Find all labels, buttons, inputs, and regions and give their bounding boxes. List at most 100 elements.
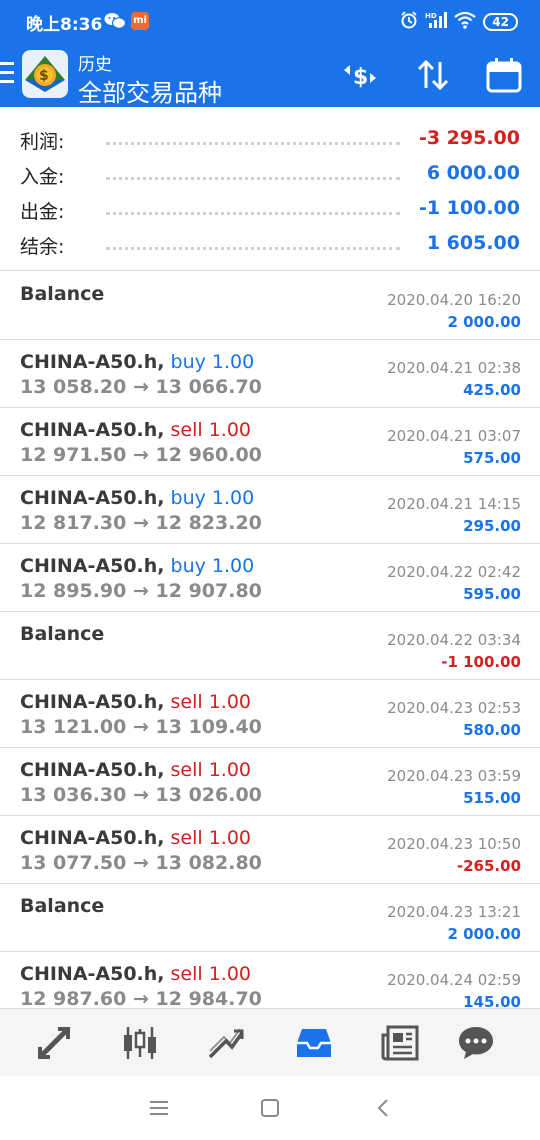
dotted-leader <box>106 177 400 180</box>
back-icon[interactable] <box>372 1096 396 1120</box>
deal-symbol: CHINA-A50.h, <box>20 419 165 441</box>
summary-value: 6 000.00 <box>426 162 520 184</box>
list-item-trade[interactable]: CHINA-A50.h, sell 1.00 12 971.50 → 12 960… <box>0 408 540 476</box>
list-item-trade[interactable]: CHINA-A50.h, sell 1.00 12 987.60 → 12 984… <box>0 952 540 1008</box>
deal-symbol: CHINA-A50.h, <box>20 487 165 509</box>
deal-amount: 295.00 <box>463 517 521 535</box>
summary-row-deposit: 入金: 6 000.00 <box>20 156 520 191</box>
deal-title: CHINA-A50.h, sell 1.00 <box>20 691 251 713</box>
summary-label: 出金: <box>20 201 65 223</box>
mi-badge-icon: mi <box>131 12 149 30</box>
deal-prices: 13 058.20 → 13 066.70 <box>20 376 262 398</box>
deal-side: sell 1.00 <box>170 759 252 781</box>
deal-prices: 12 971.50 → 12 960.00 <box>20 444 262 466</box>
summary-panel: 利润: -3 295.00 入金: 6 000.00 出金: -1 100.00… <box>0 107 540 271</box>
app-toolbar: $ 历史 全部交易品种 $ <box>0 42 540 107</box>
chart-candles-icon[interactable] <box>120 1023 160 1063</box>
summary-row-withdrawal: 出金: -1 100.00 <box>20 191 520 226</box>
deal-time: 2020.04.21 14:15 <box>387 495 521 513</box>
summary-value: -3 295.00 <box>418 127 520 149</box>
list-item-trade[interactable]: CHINA-A50.h, buy 1.00 12 817.30 → 12 823.… <box>0 476 540 544</box>
deal-side: buy 1.00 <box>170 351 255 373</box>
deal-prices: 13 077.50 → 13 082.80 <box>20 852 262 874</box>
deal-time: 2020.04.23 03:59 <box>387 767 521 785</box>
summary-label: 入金: <box>20 166 65 188</box>
deal-title: Balance <box>20 283 105 305</box>
deal-symbol: CHINA-A50.h, <box>20 351 165 373</box>
dotted-leader <box>106 212 400 215</box>
deal-side: sell 1.00 <box>170 827 252 849</box>
deal-title: Balance <box>20 895 105 917</box>
deal-time: 2020.04.23 13:21 <box>387 903 521 921</box>
status-right-group: HD 42 <box>400 11 518 33</box>
quotes-icon[interactable] <box>34 1023 74 1063</box>
system-nav-bar <box>0 1076 540 1140</box>
deal-amount: 145.00 <box>463 993 521 1008</box>
clock: 晚上8:36 <box>26 15 103 35</box>
deal-title: CHINA-A50.h, buy 1.00 <box>20 487 254 509</box>
deal-prices: 13 036.30 → 13 026.00 <box>20 784 262 806</box>
sort-icon[interactable] <box>414 56 452 94</box>
deal-time: 2020.04.23 02:53 <box>387 699 521 717</box>
deal-symbol: CHINA-A50.h, <box>20 827 165 849</box>
summary-row-balance: 结余: 1 605.00 <box>20 226 520 261</box>
chat-icon[interactable] <box>456 1023 496 1063</box>
wechat-icon <box>104 11 127 35</box>
deals-list[interactable]: Balance 2020.04.20 16:20 2 000.00 CHINA-… <box>0 272 540 1008</box>
deal-title: CHINA-A50.h, buy 1.00 <box>20 555 254 577</box>
toolbar-title[interactable]: 全部交易品种 <box>78 73 222 108</box>
deal-amount: 2 000.00 <box>447 925 521 943</box>
deal-side: sell 1.00 <box>170 419 252 441</box>
list-item-trade[interactable]: CHINA-A50.h, sell 1.00 13 121.00 → 13 109… <box>0 680 540 748</box>
list-item-trade[interactable]: CHINA-A50.h, sell 1.00 13 036.30 → 13 026… <box>0 748 540 816</box>
svg-text:$: $ <box>353 65 368 90</box>
deal-symbol: CHINA-A50.h, <box>20 555 165 577</box>
news-icon[interactable] <box>380 1023 420 1063</box>
deal-side: buy 1.00 <box>170 555 255 577</box>
deal-side: sell 1.00 <box>170 691 252 713</box>
summary-row-profit: 利润: -3 295.00 <box>20 121 520 156</box>
list-item-trade[interactable]: CHINA-A50.h, buy 1.00 13 058.20 → 13 066.… <box>0 340 540 408</box>
deal-prices: 13 121.00 → 13 109.40 <box>20 716 262 738</box>
toolbar-subtitle: 历史 <box>78 55 112 75</box>
summary-value: -1 100.00 <box>418 197 520 219</box>
deal-time: 2020.04.21 03:07 <box>387 427 521 445</box>
deal-amount: 595.00 <box>463 585 521 603</box>
recent-apps-icon[interactable] <box>147 1096 171 1120</box>
deal-time: 2020.04.20 16:20 <box>387 291 521 309</box>
deal-amount: 425.00 <box>463 381 521 399</box>
deal-time: 2020.04.21 02:38 <box>387 359 521 377</box>
deal-prices: 12 895.90 → 12 907.80 <box>20 580 262 602</box>
deal-amount: 515.00 <box>463 789 521 807</box>
menu-icon[interactable] <box>0 62 14 89</box>
deal-time: 2020.04.22 02:42 <box>387 563 521 581</box>
app-logo-icon[interactable]: $ <box>22 50 68 98</box>
deal-title: CHINA-A50.h, sell 1.00 <box>20 759 251 781</box>
trade-icon[interactable] <box>206 1023 246 1063</box>
home-icon[interactable] <box>258 1096 282 1120</box>
dotted-leader <box>106 142 400 145</box>
list-item-balance[interactable]: Balance 2020.04.23 13:21 2 000.00 <box>0 884 540 952</box>
list-item-trade[interactable]: CHINA-A50.h, buy 1.00 12 895.90 → 12 907.… <box>0 544 540 612</box>
deal-title: CHINA-A50.h, sell 1.00 <box>20 963 251 985</box>
dotted-leader <box>106 247 400 250</box>
deal-title: CHINA-A50.h, sell 1.00 <box>20 827 251 849</box>
deal-symbol: CHINA-A50.h, <box>20 691 165 713</box>
calendar-icon[interactable] <box>485 56 523 94</box>
svg-text:$: $ <box>39 68 49 84</box>
deal-side: buy 1.00 <box>170 487 255 509</box>
deal-amount: -265.00 <box>456 857 521 875</box>
list-item-balance[interactable]: Balance 2020.04.22 03:34 -1 100.00 <box>0 612 540 680</box>
alarm-icon <box>400 11 418 33</box>
currency-swap-icon[interactable]: $ <box>341 56 379 94</box>
deal-title: Balance <box>20 623 105 645</box>
deal-prices: 12 817.30 → 12 823.20 <box>20 512 262 534</box>
summary-value: 1 605.00 <box>426 232 520 254</box>
status-bar: 晚上8:36 mi HD 42 <box>0 0 540 42</box>
deal-title: CHINA-A50.h, buy 1.00 <box>20 351 254 373</box>
bottom-nav <box>0 1008 540 1076</box>
signal-icon: HD <box>425 11 448 33</box>
list-item-trade[interactable]: CHINA-A50.h, sell 1.00 13 077.50 → 13 082… <box>0 816 540 884</box>
history-inbox-icon[interactable] <box>294 1023 334 1063</box>
list-item-balance[interactable]: Balance 2020.04.20 16:20 2 000.00 <box>0 272 540 340</box>
